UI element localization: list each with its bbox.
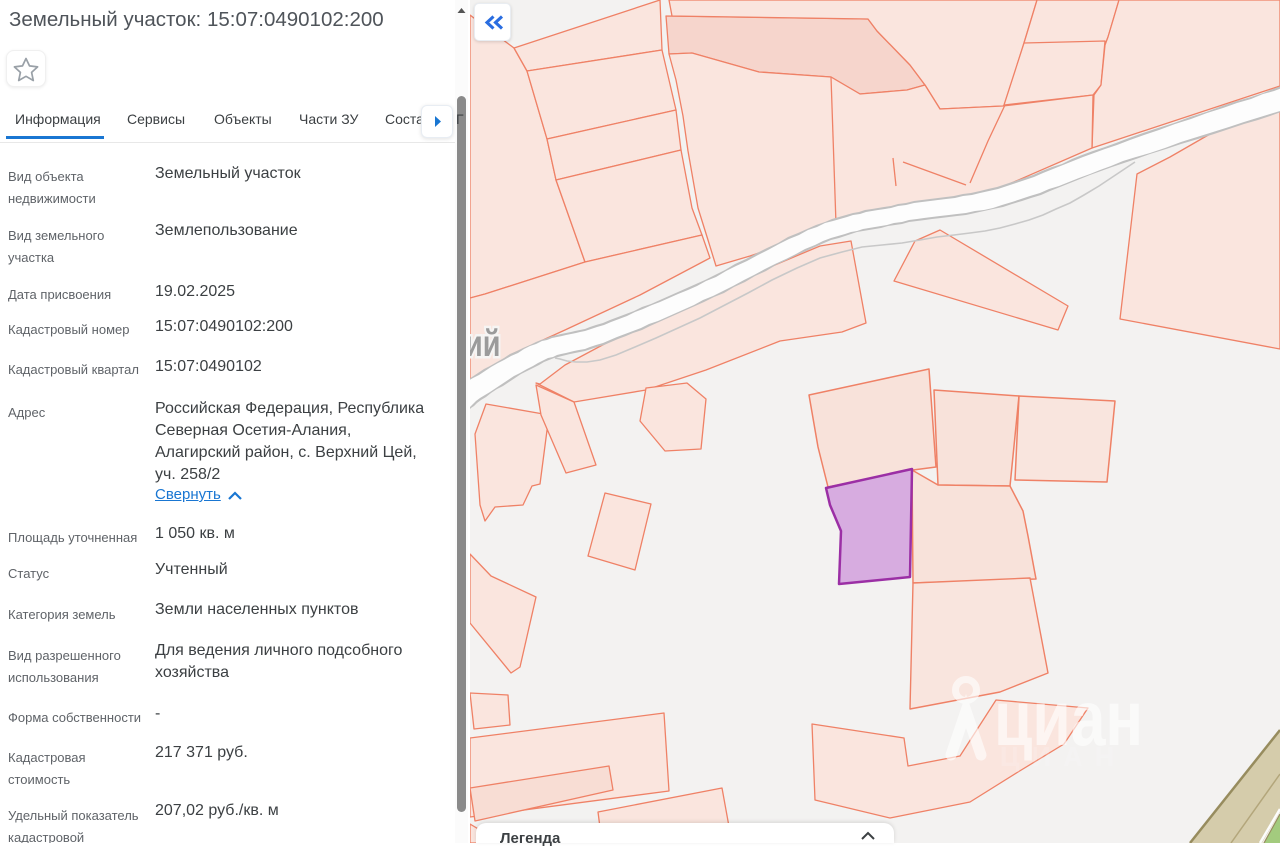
svg-text:ЦИАН: ЦИАН bbox=[1000, 740, 1126, 772]
svg-text:ий: ий bbox=[470, 324, 500, 365]
